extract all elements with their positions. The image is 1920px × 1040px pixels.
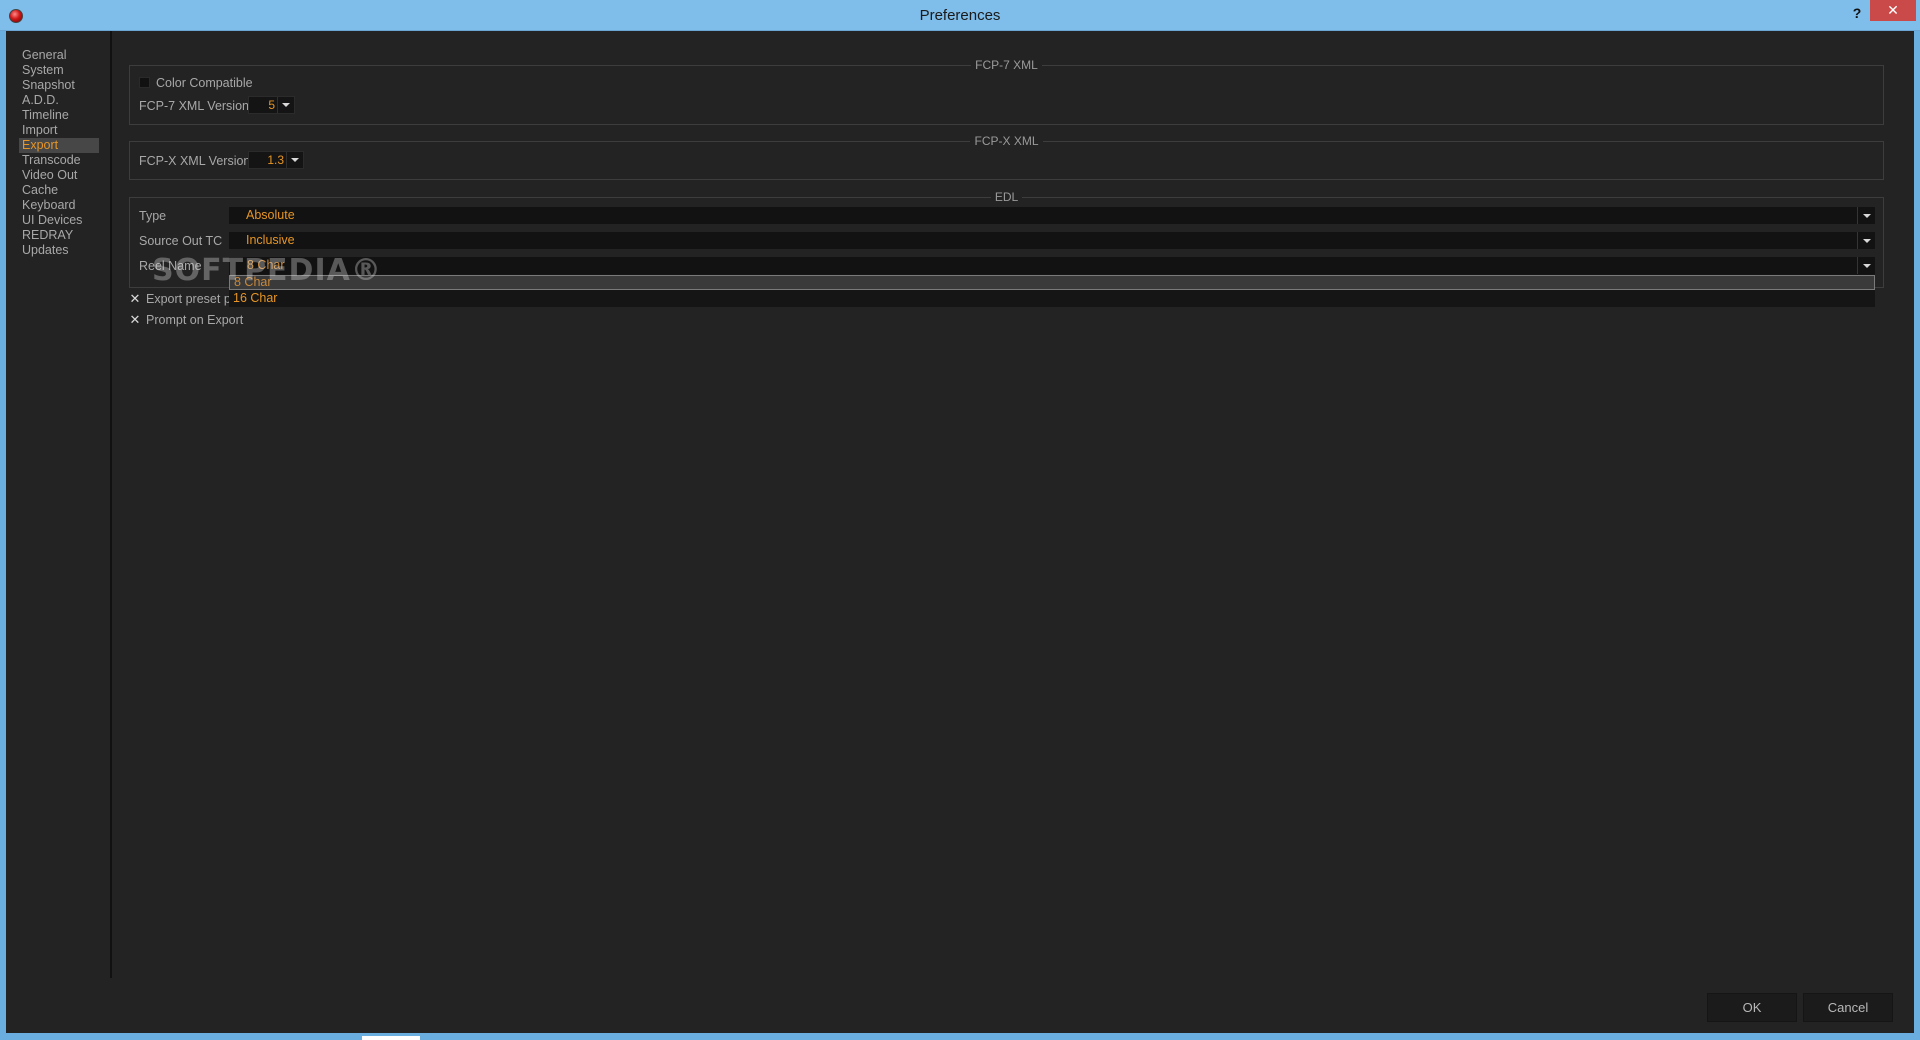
fcp7-version-value: 5 — [268, 98, 275, 112]
sidebar-item-cache[interactable]: Cache — [19, 183, 99, 198]
sidebar-item-general[interactable]: General — [19, 48, 99, 63]
chevron-down-icon — [1857, 207, 1875, 224]
sidebar-item-timeline[interactable]: Timeline — [19, 108, 99, 123]
chevron-down-icon — [1857, 232, 1875, 249]
color-compatible-label: Color Compatible — [156, 76, 253, 90]
preferences-dialog — [6, 31, 1914, 1033]
fcpx-xml-group: FCP-X XML — [129, 134, 1884, 180]
title-bar: Preferences ? ✕ — [0, 0, 1920, 31]
dropdown-option-16-char[interactable]: 16 Char — [229, 291, 1875, 305]
sidebar-item-add[interactable]: A.D.D. — [19, 93, 99, 108]
sidebar-item-import[interactable]: Import — [19, 123, 99, 138]
edl-group-title: EDL — [990, 190, 1023, 204]
sidebar-item-ui-devices[interactable]: UI Devices — [19, 213, 99, 228]
fcpx-version-select[interactable]: 1.3 — [248, 151, 304, 169]
chevron-down-icon — [1857, 257, 1875, 274]
fcpx-group-title: FCP-X XML — [970, 134, 1043, 148]
sidebar-item-redray[interactable]: REDRAY — [19, 228, 99, 243]
sidebar-item-snapshot[interactable]: Snapshot — [19, 78, 99, 93]
edl-type-select[interactable]: Absolute — [229, 207, 1875, 224]
taskbar-tab — [362, 1036, 420, 1040]
fcp7-group-title: FCP-7 XML — [971, 58, 1042, 72]
cancel-button[interactable]: Cancel — [1803, 993, 1893, 1022]
sidebar-item-transcode[interactable]: Transcode — [19, 153, 99, 168]
close-button[interactable]: ✕ — [1870, 0, 1916, 21]
source-out-tc-value: Inclusive — [246, 233, 295, 247]
chevron-down-icon — [277, 97, 294, 113]
prompt-on-export-label: Prompt on Export — [146, 313, 244, 327]
fcpx-version-value: 1.3 — [267, 153, 284, 167]
taskbar-strip — [0, 1033, 1920, 1040]
sidebar-item-video-out[interactable]: Video Out — [19, 168, 99, 183]
sidebar-item-keyboard[interactable]: Keyboard — [19, 198, 99, 213]
export-preset-label: Export preset p — [146, 292, 231, 306]
source-out-tc-label: Source Out TC — [139, 234, 223, 248]
help-button[interactable]: ? — [1845, 3, 1869, 23]
reel-name-dropdown-list: 8 Char 16 Char — [229, 274, 1875, 307]
reel-name-select[interactable]: 8 Char — [229, 257, 1875, 274]
window-title: Preferences — [919, 7, 1001, 24]
softpedia-watermark: SOFTPEDIA® — [152, 253, 382, 288]
dropdown-option-8-char[interactable]: 8 Char — [229, 275, 1875, 290]
edl-type-value: Absolute — [246, 208, 295, 222]
sidebar-item-updates[interactable]: Updates — [19, 243, 99, 258]
fcp7-xml-group: FCP-7 XML — [129, 58, 1884, 125]
fcp7-version-select[interactable]: 5 — [248, 96, 295, 114]
source-out-tc-select[interactable]: Inclusive — [229, 232, 1875, 249]
fcpx-version-label: FCP-X XML Version — [139, 154, 251, 168]
ok-button[interactable]: OK — [1707, 993, 1797, 1022]
edl-type-label: Type — [139, 209, 167, 223]
fcp7-version-label: FCP-7 XML Version — [139, 99, 249, 113]
sidebar-item-export[interactable]: Export — [19, 138, 99, 153]
chevron-down-icon — [286, 152, 303, 168]
export-preset-checkbox[interactable]: ✕ — [129, 292, 141, 305]
prompt-on-export-checkbox[interactable]: ✕ — [129, 313, 141, 326]
sidebar-item-system[interactable]: System — [19, 63, 99, 78]
color-compatible-checkbox[interactable] — [139, 77, 150, 88]
